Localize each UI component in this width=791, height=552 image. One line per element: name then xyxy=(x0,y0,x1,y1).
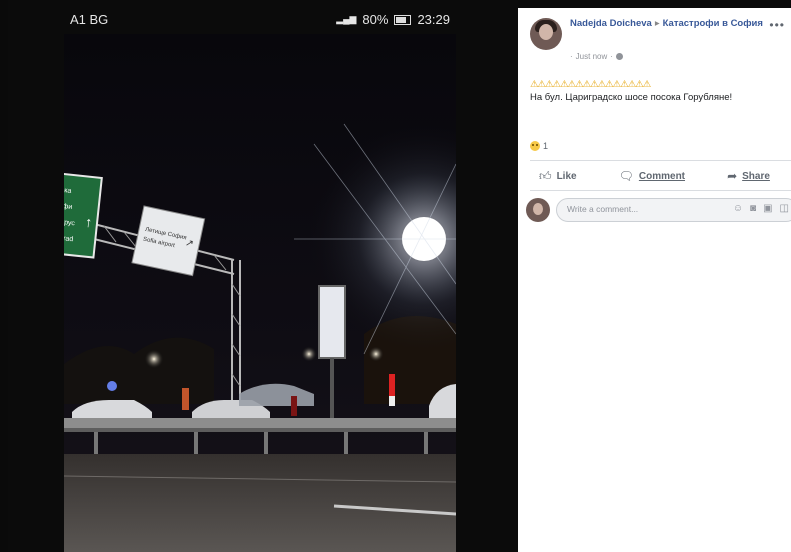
gif-icon[interactable]: ▣ xyxy=(763,203,772,214)
comment-input[interactable]: Write a comment... ☺ ◙ ▣ ◫ xyxy=(556,198,791,222)
speech-bubble-icon: 🗨︎ xyxy=(618,169,634,183)
viewer-avatar xyxy=(526,198,550,222)
post-timestamp: · Just now · xyxy=(570,52,623,61)
carrier-name: A1 BG xyxy=(70,12,109,27)
screen: A1 BG ▂▄▆ 80% 23:29 ка фи трус grad ↑ Ле… xyxy=(0,0,791,552)
accident-photo[interactable]: ка фи трус grad ↑ Летище София Sofia air… xyxy=(64,34,456,552)
battery-percent: 80% xyxy=(362,12,389,27)
svg-text:ка: ка xyxy=(64,187,72,195)
like-label: Like xyxy=(556,170,577,182)
sad-reaction-icon xyxy=(530,141,540,151)
divider xyxy=(530,160,791,161)
phone-screenshot: A1 BG ▂▄▆ 80% 23:29 ка фи трус grad ↑ Ле… xyxy=(8,0,518,552)
sticker-icon[interactable]: ◫ xyxy=(780,203,789,214)
timestamp-text[interactable]: Just now xyxy=(576,52,608,61)
comment-tools: ☺ ◙ ▣ ◫ xyxy=(733,203,789,214)
comment-button[interactable]: 🗨︎ Comment xyxy=(619,169,685,183)
camera-icon[interactable]: ◙ xyxy=(750,203,756,214)
reaction-count: 1 xyxy=(543,141,549,151)
warning-emojis: ⚠⚠⚠⚠⚠⚠⚠⚠⚠⚠⚠⚠⚠⚠⚠⚠ xyxy=(530,79,651,90)
group-name[interactable]: Катастрофи в София xyxy=(663,18,763,29)
share-button[interactable]: ➦ Share xyxy=(727,169,770,183)
globe-icon xyxy=(615,53,623,60)
svg-text:фи: фи xyxy=(64,203,73,211)
arrow-right-icon: ▸ xyxy=(654,18,660,29)
post-header: Nadejda Doicheva ▸ Катастрофи в София · Jus… xyxy=(530,18,785,68)
night-road-scene: ка фи трус grad ↑ Летище София Sofia air… xyxy=(64,34,456,552)
reactions-summary[interactable]: 1 xyxy=(530,141,548,151)
author-avatar[interactable] xyxy=(530,18,562,50)
post-message: На бул. Цариградско шосе посока Горублян… xyxy=(530,92,733,103)
emoji-icon[interactable]: ☺ xyxy=(733,203,743,214)
svg-text:трус: трус xyxy=(64,219,76,227)
more-icon[interactable]: ••• xyxy=(769,18,785,32)
author-name[interactable]: Nadejda Doicheva xyxy=(570,18,652,29)
status-indicators: ▂▄▆ 80% 23:29 xyxy=(336,12,450,27)
like-button[interactable]: 👍︎ Like xyxy=(539,169,577,184)
post-actions: 👍︎ Like 🗨︎ Comment ➦ Share xyxy=(518,163,791,189)
facebook-post: Nadejda Doicheva ▸ Катастрофи в София · Jus… xyxy=(518,8,791,552)
svg-text:grad: grad xyxy=(64,235,74,243)
share-arrow-icon: ➦ xyxy=(727,169,738,183)
post-body: ⚠⚠⚠⚠⚠⚠⚠⚠⚠⚠⚠⚠⚠⚠⚠⚠ На бул. Цариградско шос… xyxy=(530,78,785,104)
signal-icon: ▂▄▆ xyxy=(336,14,357,24)
phone-status-bar: A1 BG ▂▄▆ 80% 23:29 xyxy=(8,0,518,34)
comment-label: Comment xyxy=(638,170,686,182)
comment-placeholder: Write a comment... xyxy=(567,204,639,214)
comment-composer: Write a comment... ☺ ◙ ▣ ◫ xyxy=(526,198,791,222)
clock: 23:29 xyxy=(417,12,450,27)
battery-icon xyxy=(394,14,412,25)
thumbs-up-icon: 👍︎ xyxy=(539,168,552,183)
share-label: Share xyxy=(742,170,770,182)
post-title: Nadejda Doicheva ▸ Катастрофи в София xyxy=(570,18,770,30)
divider xyxy=(530,190,791,191)
